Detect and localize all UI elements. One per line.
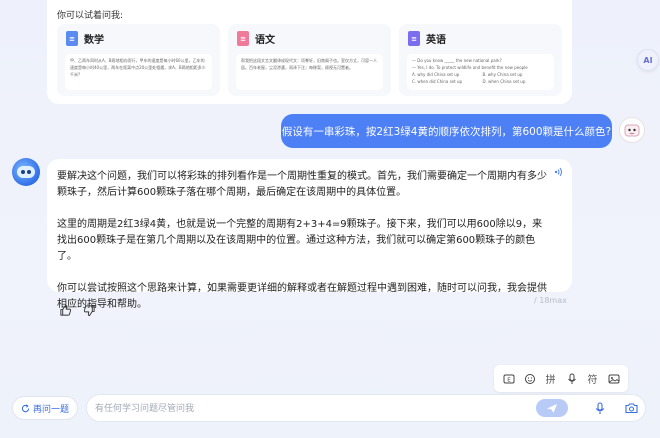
book-icon: ≡ <box>66 31 78 46</box>
suggestion-math[interactable]: ≡ 数学 甲、乙两车同时从A、B两地相向而行，甲车的速度是每小时60公里，乙车的… <box>57 24 220 96</box>
subject-name: 英语 <box>426 35 446 46</box>
send-icon <box>547 403 557 413</box>
book-icon: ≡ <box>237 31 249 46</box>
answer-paragraph: 要解决这个问题，我们可以将彩珠的排列看作是一个周期性重复的模式。首先，我们需要确… <box>57 171 547 198</box>
english-question: — Do you know _____ the new national par… <box>412 58 502 63</box>
chat-input[interactable] <box>95 400 525 418</box>
symbol-button[interactable]: 符 <box>585 371 601 387</box>
message-meta: / 18max <box>534 296 567 305</box>
subject-example: 甲、乙两车同时从A、B两地相向而行，甲车的速度是每小时60公里，乙车的速度是每小… <box>65 54 212 90</box>
chat-input-box <box>86 394 646 422</box>
subject-example: — Do you know _____ the new national par… <box>407 54 554 90</box>
suggestion-english[interactable]: ≡ 英语 — Do you know _____ the new nationa… <box>399 24 562 96</box>
answer-paragraph: 你可以尝试按照这个思路来计算，如果需要更详细的解释或者在解题过程中遇到困难，随时… <box>57 283 547 310</box>
english-option: C. when did China set up <box>412 79 463 84</box>
new-question-label: 再问一题 <box>32 404 69 415</box>
keyboard-icon[interactable]: E <box>501 371 517 387</box>
suggestion-title: 你可以试着问我: <box>57 11 124 21</box>
emoji-icon[interactable] <box>522 371 538 387</box>
suggestion-panel: 你可以试着问我: ≡ 数学 甲、乙两车同时从A、B两地相向而行，甲车的速度是每小… <box>47 0 572 104</box>
image-icon[interactable] <box>606 371 622 387</box>
subject-example: 帮我把这段文言文翻译成现代文：项脊轩，旧南阁子也。室仅方丈，可容一人居。百年老屋… <box>236 54 383 90</box>
english-option: A. why did China set up <box>412 72 460 77</box>
thumb-down-icon[interactable] <box>76 299 102 321</box>
user-message: 假设有一串彩珠，按2红3绿4黄的顺序依次排列，第600颗是什么颜色? <box>281 114 612 148</box>
avatar-face-icon <box>624 124 640 137</box>
svg-text:E: E <box>507 377 511 383</box>
book-icon: ≡ <box>408 31 420 46</box>
english-option: B. why China set up <box>482 72 523 77</box>
assistant-answer: 要解决这个问题，我们可以将彩珠的排列看作是一个周期性重复的模式。首先，我们需要确… <box>47 159 572 310</box>
robot-face-icon <box>17 166 35 178</box>
english-answer-line: — Yes, I do. To protect wildlife and ben… <box>412 65 528 70</box>
send-button[interactable] <box>536 399 568 417</box>
thumb-up-icon[interactable] <box>52 299 78 321</box>
subject-name: 语文 <box>255 35 275 46</box>
speaker-icon[interactable] <box>554 167 564 183</box>
assistant-avatar <box>12 158 40 186</box>
pinyin-button[interactable]: 拼 <box>543 371 559 387</box>
suggestion-chinese[interactable]: ≡ 语文 帮我把这段文言文翻译成现代文：项脊轩，旧南阁子也。室仅方丈，可容一人居… <box>228 24 391 96</box>
input-toolbar: E 拼 符 <box>494 365 628 392</box>
mic-icon[interactable] <box>592 400 608 416</box>
camera-icon[interactable] <box>623 400 639 416</box>
refresh-icon <box>21 403 30 412</box>
mic-icon[interactable] <box>564 371 580 387</box>
user-avatar <box>619 117 645 143</box>
new-question-button[interactable]: 再问一题 <box>12 396 78 420</box>
subject-name: 数学 <box>84 35 104 46</box>
english-option: D. when China set up <box>482 79 526 84</box>
ai-assistant-button[interactable]: AI <box>637 49 659 71</box>
answer-paragraph: 这里的周期是2红3绿4黄，也就是说一个完整的周期有2+3+4=9颗珠子。接下来，… <box>57 219 543 262</box>
